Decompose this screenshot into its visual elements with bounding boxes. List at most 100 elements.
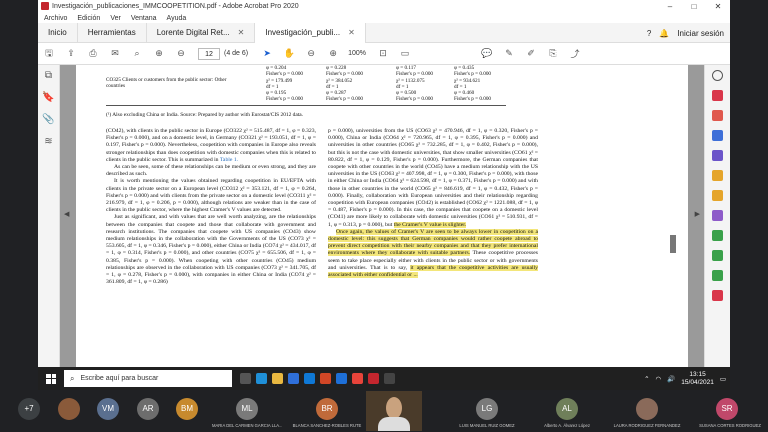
- video-body: [378, 417, 410, 431]
- participant-avatar[interactable]: LG: [476, 398, 498, 420]
- participant-avatar[interactable]: ML: [236, 398, 258, 420]
- create-pdf-icon[interactable]: [705, 105, 730, 125]
- minimize-button[interactable]: –: [658, 0, 682, 13]
- save-icon[interactable]: 🖫: [38, 46, 60, 62]
- table-link[interactable]: Table 1.: [220, 157, 238, 163]
- collapse-left-icon[interactable]: ◀: [64, 210, 69, 218]
- menu-archivo[interactable]: Archivo: [44, 15, 67, 22]
- stamp-icon[interactable]: ⎘: [542, 48, 564, 59]
- search-icon: ⌕: [70, 373, 75, 383]
- highlight-icon[interactable]: ✐: [520, 48, 542, 59]
- acrobat-logo-icon: [41, 2, 49, 10]
- taskbar-search-input[interactable]: ⌕ Escribe aquí para buscar: [64, 370, 232, 387]
- right-text-column: p = 0.000), universities from the US (CO…: [328, 128, 539, 279]
- document-area[interactable]: ◀ ▶ CO325 Clients or customers from the …: [60, 65, 704, 367]
- participant-avatar[interactable]: [636, 398, 658, 420]
- page-down-icon[interactable]: ⊖: [170, 48, 192, 59]
- edge-icon[interactable]: [256, 373, 267, 384]
- participant-avatar[interactable]: BR: [316, 398, 338, 420]
- clock[interactable]: 13:15 15/04/2021: [681, 371, 714, 387]
- menu-ventana[interactable]: Ventana: [131, 15, 157, 22]
- tab-investigacion[interactable]: Investigación_publi... ✕: [255, 22, 366, 43]
- page-number-input[interactable]: 12: [198, 47, 220, 60]
- participant-avatar[interactable]: SR: [716, 398, 738, 420]
- comment-icon[interactable]: 💬: [476, 48, 498, 59]
- protect-icon[interactable]: [705, 225, 730, 245]
- scrollbar-thumb[interactable]: [670, 235, 676, 253]
- app-icon[interactable]: [384, 373, 395, 384]
- store-icon[interactable]: [288, 373, 299, 384]
- combine-icon[interactable]: [705, 145, 730, 165]
- table-col-1: φ = 0.204 Fisher's p = 0.000 χ² = 179.499 d…: [266, 65, 304, 103]
- comment-tool-icon[interactable]: [705, 125, 730, 145]
- thumbnails-icon[interactable]: ⧉: [38, 65, 59, 87]
- organize-icon[interactable]: [705, 185, 730, 205]
- paragraph: It is worth mentioning the values obtain…: [106, 178, 316, 214]
- participant-avatar[interactable]: VM: [97, 398, 119, 420]
- hand-tool-icon[interactable]: ✋: [278, 48, 300, 59]
- marquee-icon[interactable]: ▭: [394, 48, 416, 59]
- layers-icon[interactable]: ≋: [38, 131, 59, 153]
- notifications-icon[interactable]: ▭: [720, 375, 726, 383]
- menu-ayuda[interactable]: Ayuda: [167, 15, 187, 22]
- fill-sign-icon[interactable]: [705, 205, 730, 225]
- maximize-button[interactable]: □: [682, 0, 706, 13]
- participant-avatar[interactable]: [58, 398, 80, 420]
- zoom-tool-icon[interactable]: [705, 65, 730, 85]
- export-pdf-icon[interactable]: [705, 85, 730, 105]
- mail-app-icon[interactable]: [304, 373, 315, 384]
- participant-name: BLANCA SANCHEZ-ROBLES RUTE: [292, 423, 362, 428]
- help-icon[interactable]: ?: [647, 29, 651, 38]
- zoom-out-icon[interactable]: ⊖: [300, 48, 322, 59]
- close-tab-icon[interactable]: ✕: [238, 28, 245, 37]
- tab-lorente-digital[interactable]: Lorente Digital Ret... ✕: [147, 22, 256, 43]
- pen-icon[interactable]: ✎: [498, 48, 520, 59]
- edit-pdf-icon[interactable]: [705, 165, 730, 185]
- tab-herramientas[interactable]: Herramientas: [78, 22, 147, 43]
- print-icon[interactable]: ⎙: [82, 48, 104, 59]
- chevron-up-icon[interactable]: ⌃: [644, 375, 649, 383]
- windows-start-icon[interactable]: [46, 373, 56, 384]
- attachment-icon[interactable]: 📎: [38, 109, 59, 131]
- mail-icon[interactable]: ✉: [104, 48, 126, 59]
- powerpoint-icon[interactable]: [320, 373, 331, 384]
- bell-icon[interactable]: 🔔: [659, 29, 669, 38]
- collapse-right-icon[interactable]: ▶: [695, 210, 700, 218]
- participant-avatar[interactable]: AR: [137, 398, 159, 420]
- upload-icon[interactable]: ⇪: [60, 48, 82, 59]
- task-view-icon[interactable]: [240, 373, 251, 384]
- bookmark-icon[interactable]: 🔖: [38, 87, 59, 109]
- participant-name: Alberto A. Álvarez López: [544, 423, 590, 428]
- word-icon[interactable]: [336, 373, 347, 384]
- send-icon[interactable]: [705, 265, 730, 285]
- participant-name: SUSANA CORTES RODRIGUEZ: [699, 423, 761, 428]
- participant-video-tile[interactable]: [366, 391, 422, 431]
- paragraph: As can be seen, some of these relationsh…: [106, 164, 316, 178]
- fit-page-icon[interactable]: ⊡: [372, 48, 394, 59]
- wifi-icon[interactable]: ◠: [656, 375, 662, 383]
- pointer-tool-icon[interactable]: ➤: [256, 48, 278, 59]
- participant-avatar[interactable]: AL: [556, 398, 578, 420]
- share-icon[interactable]: ⤴: [564, 47, 586, 60]
- participant-avatar[interactable]: BM: [176, 398, 198, 420]
- tools-more-icon[interactable]: [705, 285, 730, 305]
- zoom-in-icon[interactable]: ⊕: [322, 48, 344, 59]
- folder-icon[interactable]: [272, 373, 283, 384]
- menu-ver[interactable]: Ver: [110, 15, 121, 22]
- zoom-level[interactable]: 100%: [348, 50, 366, 57]
- pdf-page: CO325 Clients or customers from the publ…: [76, 65, 688, 367]
- search-icon[interactable]: ⌕: [126, 48, 148, 59]
- acrobat-task-icon[interactable]: [368, 373, 379, 384]
- page-up-icon[interactable]: ⊕: [148, 48, 170, 59]
- chrome-icon[interactable]: [352, 373, 363, 384]
- table-bottom-rule: [106, 105, 506, 106]
- signin-link[interactable]: Iniciar sesión: [677, 29, 724, 38]
- scan-icon[interactable]: [705, 245, 730, 265]
- close-button[interactable]: ✕: [706, 0, 730, 13]
- menu-edicion[interactable]: Edición: [77, 15, 100, 22]
- close-tab-icon[interactable]: ✕: [348, 28, 355, 37]
- volume-icon[interactable]: 🔊: [667, 375, 675, 383]
- highlighted-text: the Cramer's V value is slighter.: [393, 221, 467, 228]
- tab-inicio[interactable]: Inicio: [38, 22, 78, 43]
- more-participants-button[interactable]: +7: [18, 398, 40, 420]
